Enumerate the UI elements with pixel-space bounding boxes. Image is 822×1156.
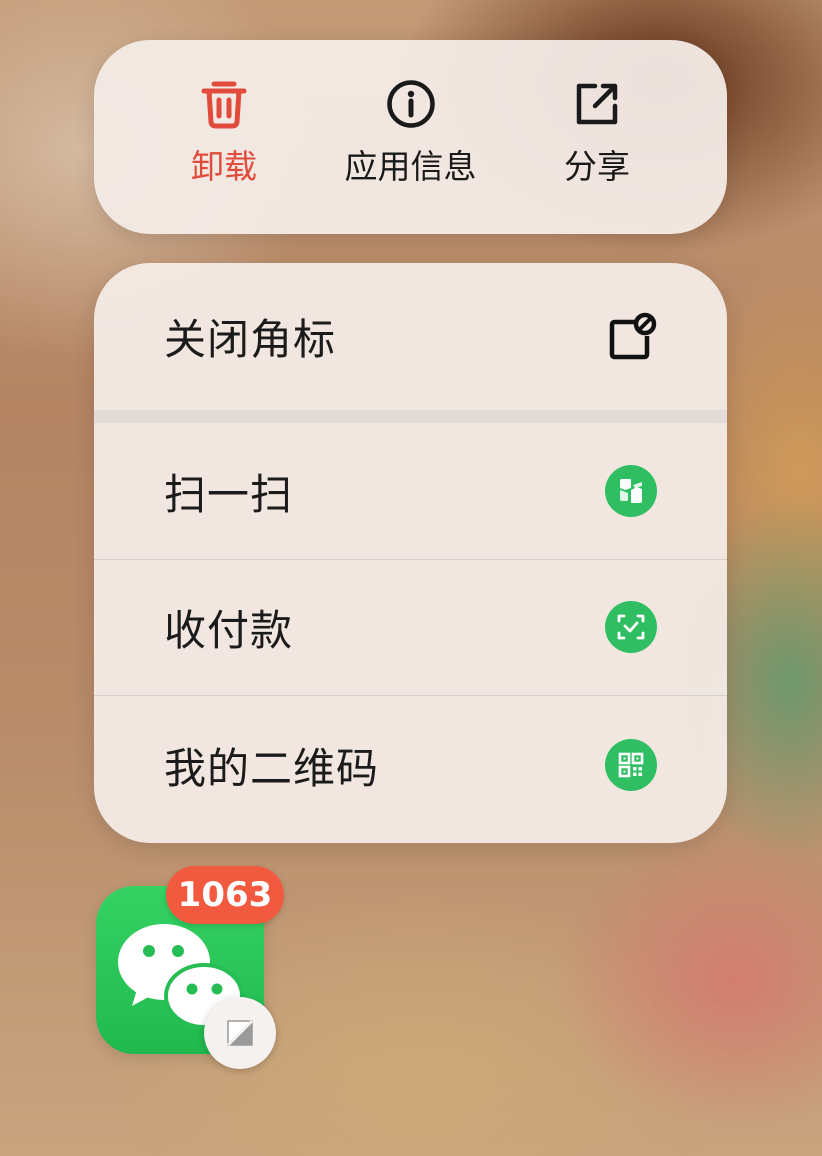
edit-icon bbox=[226, 1019, 254, 1047]
shortcut-menu: 关闭角标 扫一扫 收付款 我的二维码 bbox=[94, 263, 727, 843]
uninstall-label: 卸载 bbox=[191, 147, 257, 186]
share-button[interactable]: 分享 bbox=[507, 40, 687, 234]
share-label: 分享 bbox=[564, 147, 630, 186]
menu-item-payment[interactable]: 收付款 bbox=[94, 559, 727, 695]
menu-item-label: 扫一扫 bbox=[164, 469, 294, 519]
menu-item-label: 关闭角标 bbox=[164, 315, 337, 364]
uninstall-button[interactable]: 卸载 bbox=[134, 40, 314, 234]
badge-off-icon bbox=[607, 312, 657, 362]
payment-icon bbox=[605, 601, 657, 653]
quick-actions-panel: 卸载 应用信息 分享 bbox=[94, 40, 727, 234]
menu-item-label: 收付款 bbox=[164, 605, 294, 655]
trash-icon bbox=[198, 78, 250, 130]
notification-count-badge: 1063 bbox=[166, 866, 284, 924]
app-info-label: 应用信息 bbox=[344, 147, 477, 186]
share-icon bbox=[571, 78, 623, 130]
qr-code-icon bbox=[605, 739, 657, 791]
scan-icon bbox=[605, 465, 657, 517]
info-icon bbox=[385, 78, 437, 130]
section-divider bbox=[94, 410, 727, 423]
menu-item-qr-code[interactable]: 我的二维码 bbox=[94, 695, 727, 835]
menu-item-close-badge[interactable]: 关闭角标 bbox=[94, 263, 727, 410]
menu-item-label: 我的二维码 bbox=[164, 743, 380, 793]
app-info-button[interactable]: 应用信息 bbox=[321, 40, 501, 234]
edit-badge[interactable] bbox=[204, 997, 276, 1069]
menu-item-scan[interactable]: 扫一扫 bbox=[94, 423, 727, 559]
